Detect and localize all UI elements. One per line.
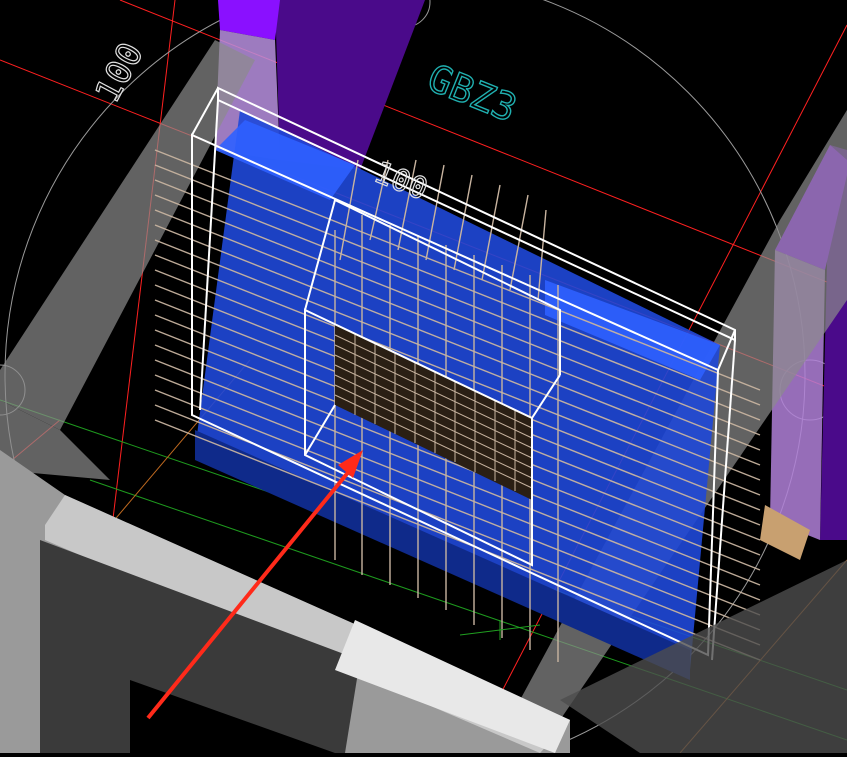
3d-model-viewport[interactable]: GBZ3 100 100	[0, 0, 847, 757]
element-tag-label: GBZ3	[422, 56, 523, 131]
model-canvas[interactable]: GBZ3 100 100	[0, 0, 847, 757]
